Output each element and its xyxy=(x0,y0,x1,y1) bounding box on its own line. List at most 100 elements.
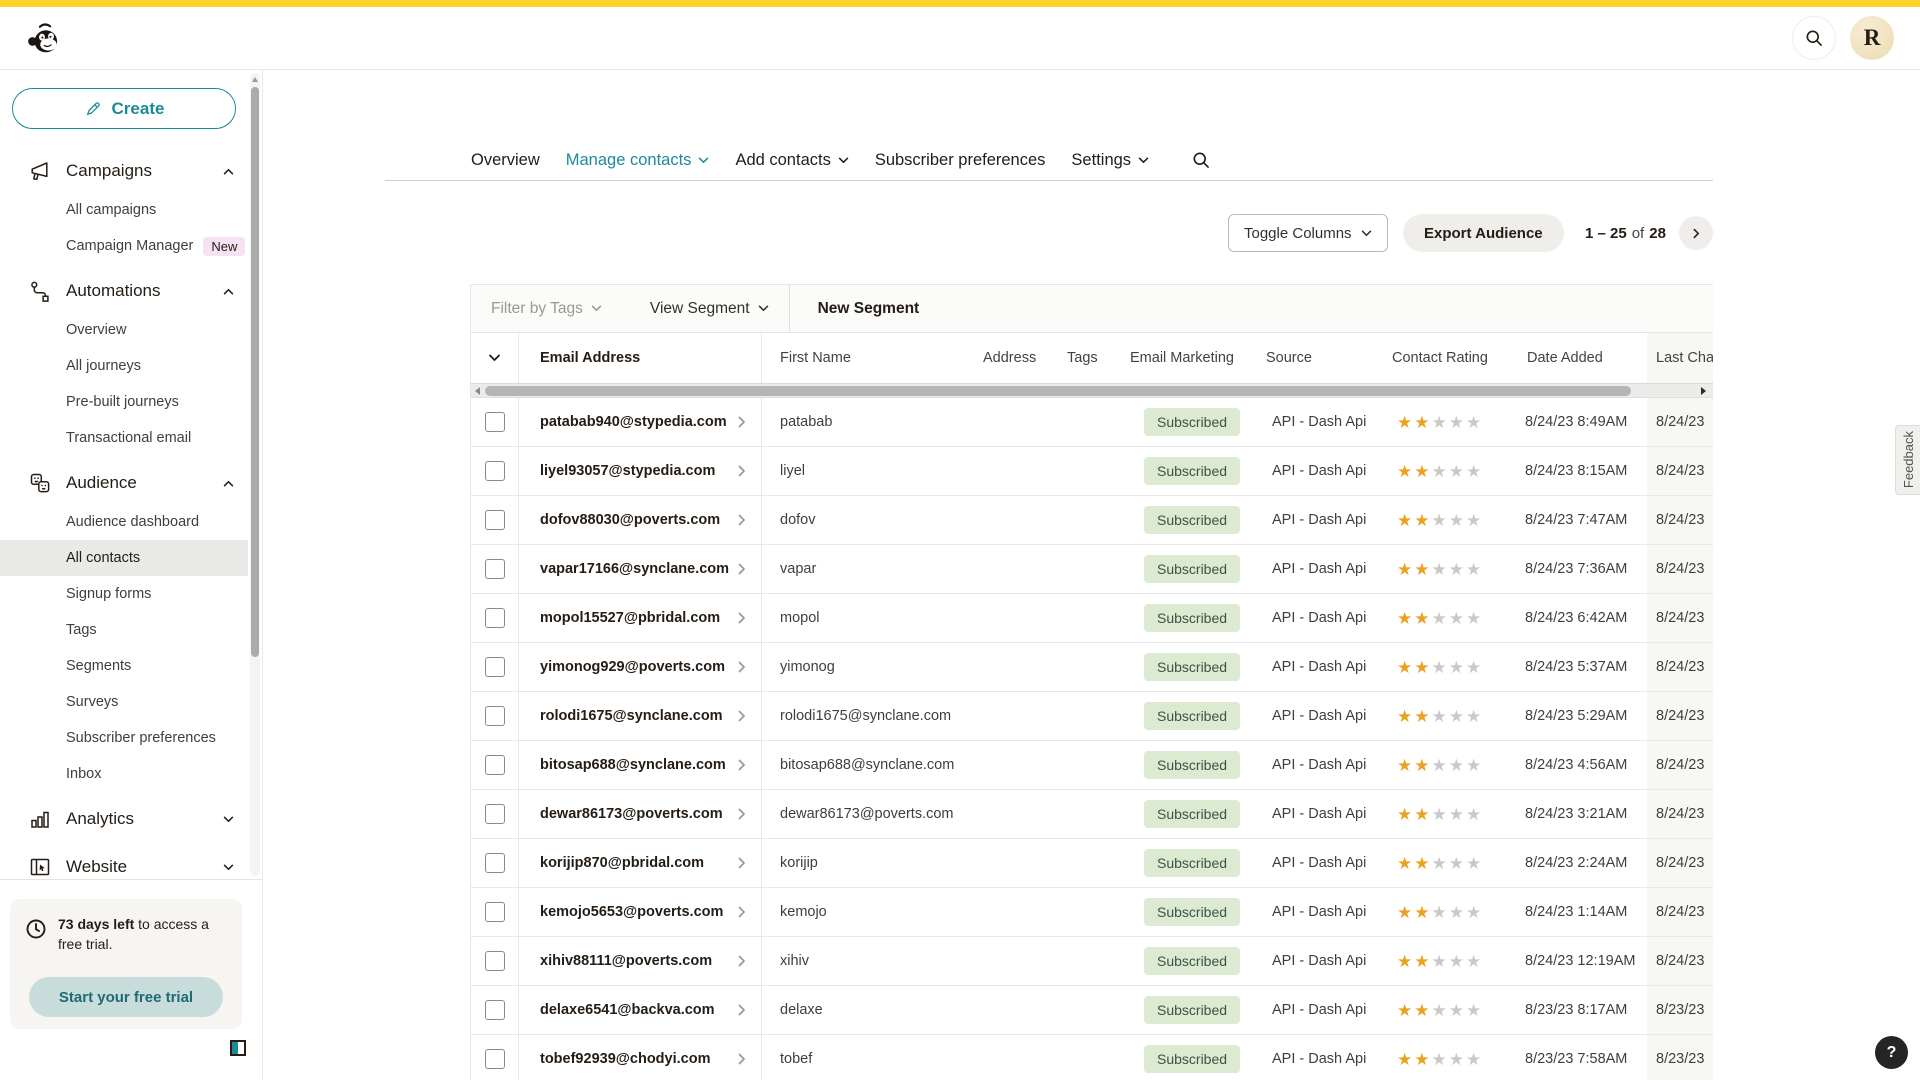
sidebar-item-audience-dashboard[interactable]: Audience dashboard xyxy=(0,504,248,540)
tab-add-contacts[interactable]: Add contacts xyxy=(735,151,848,170)
row-checkbox[interactable] xyxy=(485,657,505,677)
sidebar-item-signup-forms[interactable]: Signup forms xyxy=(0,576,248,612)
table-row[interactable]: rolodi1675@synclane.com rolodi1675@syncl… xyxy=(471,692,1713,741)
row-checkbox[interactable] xyxy=(485,608,505,628)
table-row[interactable]: patabab940@stypedia.com patabab Subscrib… xyxy=(471,398,1713,447)
horizontal-scrollbar[interactable] xyxy=(471,384,1713,398)
chevron-right-icon[interactable] xyxy=(736,712,748,720)
chevron-right-icon[interactable] xyxy=(736,467,748,475)
horizontal-scrollbar-thumb[interactable] xyxy=(485,386,1631,396)
contact-email-link[interactable]: vapar17166@synclane.com xyxy=(540,561,729,577)
sidebar-item-all-journeys[interactable]: All journeys xyxy=(0,348,248,384)
tab-overview[interactable]: Overview xyxy=(471,151,540,170)
sidebar-item-tags[interactable]: Tags xyxy=(0,612,248,648)
chevron-right-icon[interactable] xyxy=(736,908,748,916)
mailchimp-logo[interactable] xyxy=(26,19,64,57)
sidebar-item-subscriber-preferences[interactable]: Subscriber preferences xyxy=(0,720,248,756)
contact-email-link[interactable]: rolodi1675@synclane.com xyxy=(540,708,723,724)
table-row[interactable]: korijip870@pbridal.com korijip Subscribe… xyxy=(471,839,1713,888)
account-avatar[interactable]: R xyxy=(1850,16,1894,60)
row-checkbox[interactable] xyxy=(485,1000,505,1020)
row-checkbox[interactable] xyxy=(485,510,505,530)
feedback-tab[interactable]: Feedback xyxy=(1895,425,1920,495)
sidebar-section-analytics[interactable]: Analytics xyxy=(0,798,248,840)
export-audience-button[interactable]: Export Audience xyxy=(1403,214,1564,252)
table-row[interactable]: dofov88030@poverts.com dofov Subscribed … xyxy=(471,496,1713,545)
table-row[interactable]: mopol15527@pbridal.com mopol Subscribed … xyxy=(471,594,1713,643)
chevron-right-icon[interactable] xyxy=(736,1006,748,1014)
sidebar-item-surveys[interactable]: Surveys xyxy=(0,684,248,720)
chevron-right-icon[interactable] xyxy=(736,614,748,622)
chevron-right-icon[interactable] xyxy=(736,957,748,965)
contact-email-link[interactable]: dofov88030@poverts.com xyxy=(540,512,720,528)
table-row[interactable]: dewar86173@poverts.com dewar86173@povert… xyxy=(471,790,1713,839)
chevron-right-icon[interactable] xyxy=(736,516,748,524)
tabbar-search-icon[interactable] xyxy=(1191,150,1211,170)
row-checkbox[interactable] xyxy=(485,461,505,481)
row-checkbox[interactable] xyxy=(485,706,505,726)
sidebar-section-audience[interactable]: Audience xyxy=(0,462,248,504)
contact-email-link[interactable]: mopol15527@pbridal.com xyxy=(540,610,720,626)
table-row[interactable]: liyel93057@stypedia.com liyel Subscribed… xyxy=(471,447,1713,496)
sidebar-item-campaign-manager[interactable]: Campaign ManagerNew xyxy=(0,228,248,264)
tab-settings[interactable]: Settings xyxy=(1071,151,1149,170)
contact-email-link[interactable]: korijip870@pbridal.com xyxy=(540,855,704,871)
contact-email-link[interactable]: tobef92939@chodyi.com xyxy=(540,1051,710,1067)
header-search-button[interactable] xyxy=(1792,16,1836,60)
sidebar-item-all-campaigns[interactable]: All campaigns xyxy=(0,192,248,228)
sidebar-item-pre-built-journeys[interactable]: Pre-built journeys xyxy=(0,384,248,420)
new-segment-button[interactable]: New Segment xyxy=(812,299,926,319)
row-checkbox[interactable] xyxy=(485,755,505,775)
row-checkbox[interactable] xyxy=(485,853,505,873)
toggle-columns-button[interactable]: Toggle Columns xyxy=(1228,214,1388,252)
sidebar-item-segments[interactable]: Segments xyxy=(0,648,248,684)
help-button[interactable]: ? xyxy=(1875,1036,1908,1069)
next-page-button[interactable] xyxy=(1679,216,1713,250)
sidebar-item-overview[interactable]: Overview xyxy=(0,312,248,348)
chevron-right-icon[interactable] xyxy=(736,418,748,426)
contact-email-link[interactable]: kemojo5653@poverts.com xyxy=(540,904,723,920)
table-row[interactable]: tobef92939@chodyi.com tobef Subscribed A… xyxy=(471,1035,1713,1080)
tab-manage-contacts[interactable]: Manage contacts xyxy=(566,151,710,170)
chevron-right-icon[interactable] xyxy=(736,859,748,867)
collapse-sidebar-icon[interactable] xyxy=(230,1040,246,1056)
chevron-right-icon[interactable] xyxy=(736,1055,748,1063)
contact-email-link[interactable]: patabab940@stypedia.com xyxy=(540,414,727,430)
tab-subscriber-preferences[interactable]: Subscriber preferences xyxy=(875,151,1046,170)
row-checkbox[interactable] xyxy=(485,412,505,432)
scroll-left-arrow-icon[interactable] xyxy=(475,387,480,395)
sidebar-scrollbar-thumb[interactable] xyxy=(251,87,259,657)
row-checkbox[interactable] xyxy=(485,1049,505,1069)
table-row[interactable]: delaxe6541@backva.com delaxe Subscribed … xyxy=(471,986,1713,1035)
sidebar-item-all-contacts[interactable]: All contacts xyxy=(0,540,248,576)
sidebar-item-inbox[interactable]: Inbox xyxy=(0,756,248,792)
view-segment-dropdown[interactable]: View Segment xyxy=(650,300,769,318)
select-all-dropdown[interactable] xyxy=(471,333,519,383)
contact-email-link[interactable]: bitosap688@synclane.com xyxy=(540,757,726,773)
start-free-trial-button[interactable]: Start your free trial xyxy=(29,977,223,1017)
row-checkbox[interactable] xyxy=(485,902,505,922)
chevron-right-icon[interactable] xyxy=(736,565,748,573)
create-button[interactable]: Create xyxy=(12,88,236,129)
contact-email-link[interactable]: dewar86173@poverts.com xyxy=(540,806,723,822)
table-row[interactable]: kemojo5653@poverts.com kemojo Subscribed… xyxy=(471,888,1713,937)
contact-email-link[interactable]: delaxe6541@backva.com xyxy=(540,1002,715,1018)
sidebar-section-campaigns[interactable]: Campaigns xyxy=(0,150,248,192)
table-row[interactable]: bitosap688@synclane.com bitosap688@syncl… xyxy=(471,741,1713,790)
sidebar-scrollbar[interactable] xyxy=(250,73,260,876)
row-checkbox[interactable] xyxy=(485,804,505,824)
chevron-right-icon[interactable] xyxy=(736,761,748,769)
row-checkbox[interactable] xyxy=(485,559,505,579)
scroll-right-arrow-icon[interactable] xyxy=(1701,387,1706,395)
filter-by-tags-dropdown[interactable]: Filter by Tags xyxy=(491,300,602,318)
contact-email-link[interactable]: xihiv88111@poverts.com xyxy=(540,953,712,969)
table-row[interactable]: xihiv88111@poverts.com xihiv Subscribed … xyxy=(471,937,1713,986)
chevron-right-icon[interactable] xyxy=(736,810,748,818)
table-row[interactable]: vapar17166@synclane.com vapar Subscribed… xyxy=(471,545,1713,594)
sidebar-section-automations[interactable]: Automations xyxy=(0,270,248,312)
sidebar-item-transactional-email[interactable]: Transactional email xyxy=(0,420,248,456)
contact-email-link[interactable]: yimonog929@poverts.com xyxy=(540,659,725,675)
table-row[interactable]: yimonog929@poverts.com yimonog Subscribe… xyxy=(471,643,1713,692)
chevron-right-icon[interactable] xyxy=(736,663,748,671)
row-checkbox[interactable] xyxy=(485,951,505,971)
